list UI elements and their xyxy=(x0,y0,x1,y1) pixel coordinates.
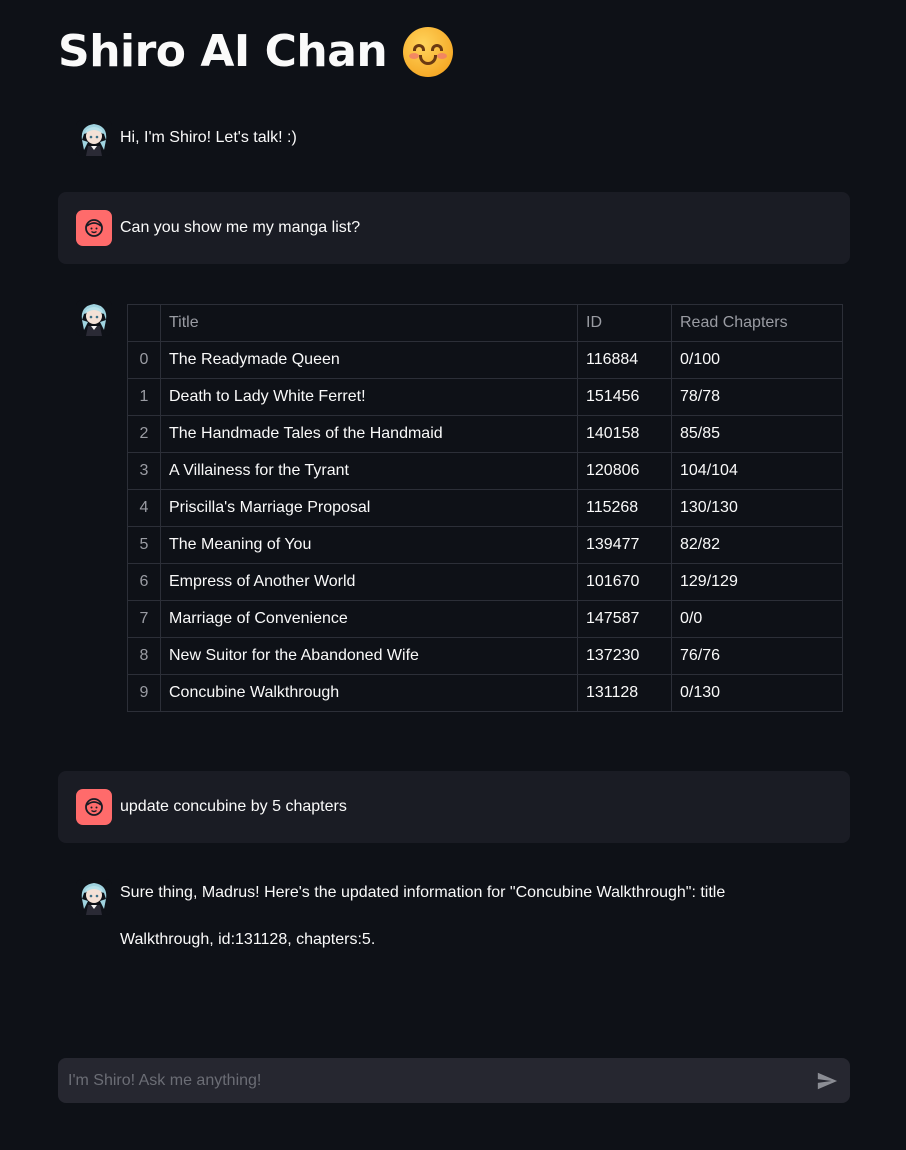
cell-id[interactable]: 120806 xyxy=(577,452,672,490)
cell-title[interactable]: New Suitor for the Abandoned Wife xyxy=(160,637,578,675)
row-index: 0 xyxy=(127,341,161,379)
table-row: 6 Empress of Another World 101670 129/12… xyxy=(127,563,843,601)
chat-message-user: update concubine by 5 chapters xyxy=(58,771,850,843)
cell-id[interactable]: 140158 xyxy=(577,415,672,453)
table-row: 5 The Meaning of You 139477 82/82 xyxy=(127,526,843,564)
shiro-avatar-icon xyxy=(76,300,112,336)
message-text-line-1: Sure thing, Madrus! Here's the updated i… xyxy=(120,884,726,901)
cell-id[interactable]: 131128 xyxy=(577,674,672,712)
cell-read-chapters[interactable]: 104/104 xyxy=(671,452,843,490)
message-text: update concubine by 5 chapters xyxy=(120,798,347,815)
cell-title[interactable]: The Meaning of You xyxy=(160,526,578,564)
cell-read-chapters[interactable]: 82/82 xyxy=(671,526,843,564)
cell-title[interactable]: Priscilla's Marriage Proposal xyxy=(160,489,578,527)
cell-read-chapters[interactable]: 78/78 xyxy=(671,378,843,416)
cell-read-chapters[interactable]: 85/85 xyxy=(671,415,843,453)
chat-message-assistant: Sure thing, Madrus! Here's the updated i… xyxy=(58,871,850,971)
column-header-title[interactable]: Title xyxy=(160,304,578,342)
cell-id[interactable]: 115268 xyxy=(577,489,672,527)
shiro-avatar-icon xyxy=(76,120,112,156)
table-header-row: Title ID Read Chapters xyxy=(127,304,843,342)
send-icon xyxy=(817,1072,838,1090)
cell-id[interactable]: 147587 xyxy=(577,600,672,638)
cell-id[interactable]: 116884 xyxy=(577,341,672,379)
user-face-icon xyxy=(76,789,112,825)
column-header-id[interactable]: ID xyxy=(577,304,672,342)
manga-list-table[interactable]: Title ID Read Chapters 0 The Readymade Q… xyxy=(127,304,843,712)
row-index: 1 xyxy=(127,378,161,416)
row-index: 8 xyxy=(127,637,161,675)
send-button[interactable] xyxy=(816,1070,838,1092)
cell-title[interactable]: The Readymade Queen xyxy=(160,341,578,379)
cell-read-chapters[interactable]: 0/100 xyxy=(671,341,843,379)
smiling-face-icon xyxy=(403,26,454,77)
row-index: 2 xyxy=(127,415,161,453)
cell-title[interactable]: Concubine Walkthrough xyxy=(160,674,578,712)
cell-title[interactable]: Empress of Another World xyxy=(160,563,578,601)
cell-title[interactable]: A Villainess for the Tyrant xyxy=(160,452,578,490)
row-index: 5 xyxy=(127,526,161,564)
cell-id[interactable]: 139477 xyxy=(577,526,672,564)
table-row: 9 Concubine Walkthrough 131128 0/130 xyxy=(127,674,843,712)
shiro-avatar-icon xyxy=(76,879,112,915)
table-row: 2 The Handmade Tales of the Handmaid 140… xyxy=(127,415,843,453)
cell-id[interactable]: 101670 xyxy=(577,563,672,601)
cell-read-chapters[interactable]: 130/130 xyxy=(671,489,843,527)
row-index: 6 xyxy=(127,563,161,601)
cell-id[interactable]: 137230 xyxy=(577,637,672,675)
app-page: Shiro AI Chan Hi, I'm Shiro! Let's talk! xyxy=(0,0,906,1150)
table-row: 7 Marriage of Convenience 147587 0/0 xyxy=(127,600,843,638)
page-title: Shiro AI Chan xyxy=(58,26,454,77)
message-text: Can you show me my manga list? xyxy=(120,219,361,236)
cell-title[interactable]: Marriage of Convenience xyxy=(160,600,578,638)
table-row: 3 A Villainess for the Tyrant 120806 104… xyxy=(127,452,843,490)
cell-read-chapters[interactable]: 0/0 xyxy=(671,600,843,638)
cell-title[interactable]: Death to Lady White Ferret! xyxy=(160,378,578,416)
user-face-icon xyxy=(76,210,112,246)
table-row: 1 Death to Lady White Ferret! 151456 78/… xyxy=(127,378,843,416)
cell-read-chapters[interactable]: 0/130 xyxy=(671,674,843,712)
row-index: 4 xyxy=(127,489,161,527)
chat-message-assistant: Hi, I'm Shiro! Let's talk! :) xyxy=(58,112,850,162)
page-title-text: Shiro AI Chan xyxy=(58,26,388,77)
message-text: Hi, I'm Shiro! Let's talk! :) xyxy=(120,129,297,146)
column-header-read-chapters[interactable]: Read Chapters xyxy=(671,304,843,342)
table-row: 4 Priscilla's Marriage Proposal 115268 1… xyxy=(127,489,843,527)
column-header-index[interactable] xyxy=(127,304,161,342)
cell-title[interactable]: The Handmade Tales of the Handmaid xyxy=(160,415,578,453)
cell-read-chapters[interactable]: 129/129 xyxy=(671,563,843,601)
row-index: 9 xyxy=(127,674,161,712)
cell-read-chapters[interactable]: 76/76 xyxy=(671,637,843,675)
table-row: 0 The Readymade Queen 116884 0/100 xyxy=(127,341,843,379)
row-index: 3 xyxy=(127,452,161,490)
chat-message-user: Can you show me my manga list? xyxy=(58,192,850,264)
table-row: 8 New Suitor for the Abandoned Wife 1372… xyxy=(127,637,843,675)
chat-input[interactable] xyxy=(58,1058,798,1103)
row-index: 7 xyxy=(127,600,161,638)
cell-id[interactable]: 151456 xyxy=(577,378,672,416)
message-text-line-2: Walkthrough, id:131128, chapters:5. xyxy=(120,931,376,948)
chat-input-container xyxy=(58,1058,850,1103)
